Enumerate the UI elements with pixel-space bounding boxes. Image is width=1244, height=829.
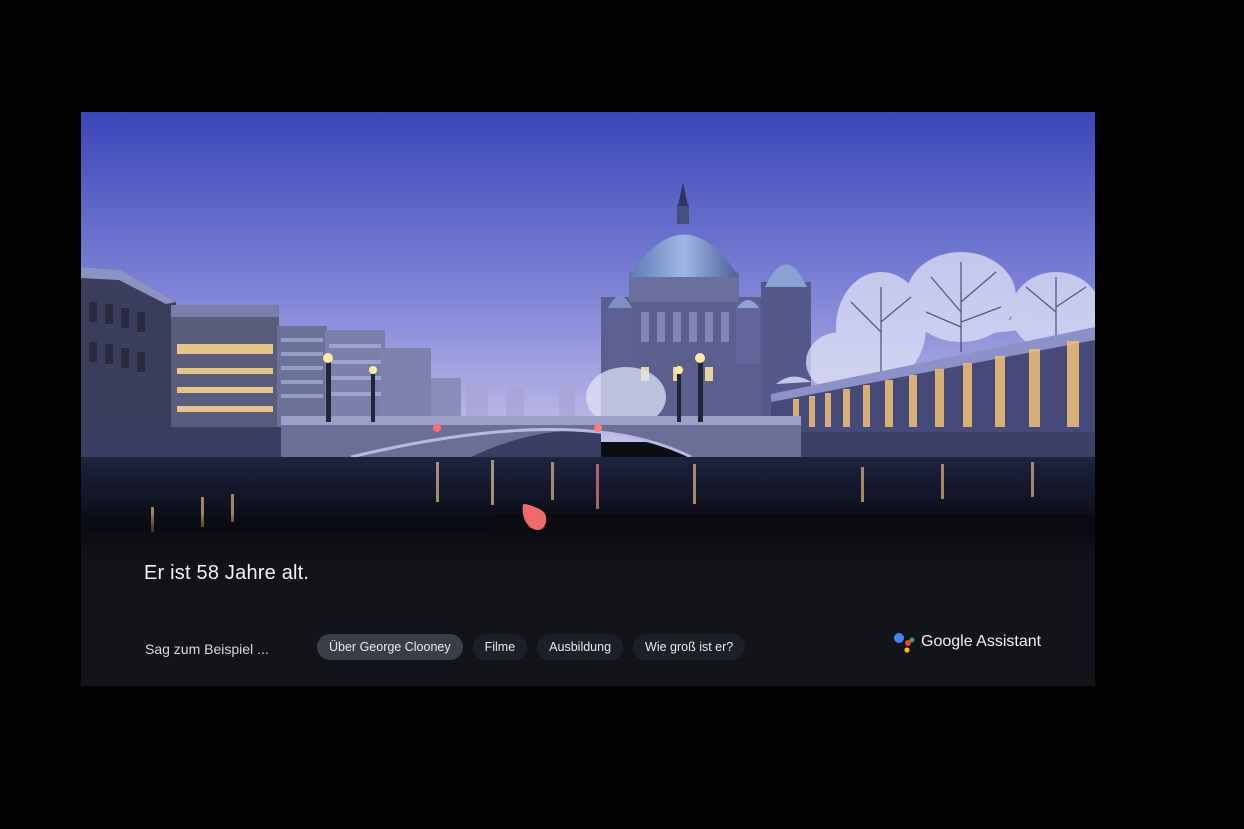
assistant-response-text: Er ist 58 Jahre alt. bbox=[144, 562, 310, 584]
suggestion-chips: Über George Clooney Filme Ausbildung Wie… bbox=[317, 634, 746, 660]
suggestion-prompt-label: Sag zum Beispiel ... bbox=[145, 641, 269, 657]
assistant-listening-indicator-icon bbox=[522, 504, 547, 530]
google-assistant-label: Google Assistant bbox=[921, 633, 1042, 650]
tv-screen: Er ist 58 Jahre alt. Sag zum Beispiel ..… bbox=[81, 112, 1095, 686]
tv-frame: Er ist 58 Jahre alt. Sag zum Beispiel ..… bbox=[0, 0, 1244, 829]
overlay-top-edge bbox=[494, 514, 1095, 536]
ambient-wallpaper-photo bbox=[81, 112, 1095, 532]
suggestion-chip-movies[interactable]: Filme bbox=[472, 634, 528, 660]
suggestion-chip-about-george-clooney[interactable]: Über George Clooney bbox=[317, 634, 463, 660]
google-assistant-dots-icon bbox=[894, 633, 915, 653]
google-assistant-brand: Google Assistant bbox=[893, 631, 1041, 653]
suggestion-chip-height[interactable]: Wie groß ist er? bbox=[633, 634, 746, 660]
suggestion-chip-education[interactable]: Ausbildung bbox=[537, 634, 624, 660]
